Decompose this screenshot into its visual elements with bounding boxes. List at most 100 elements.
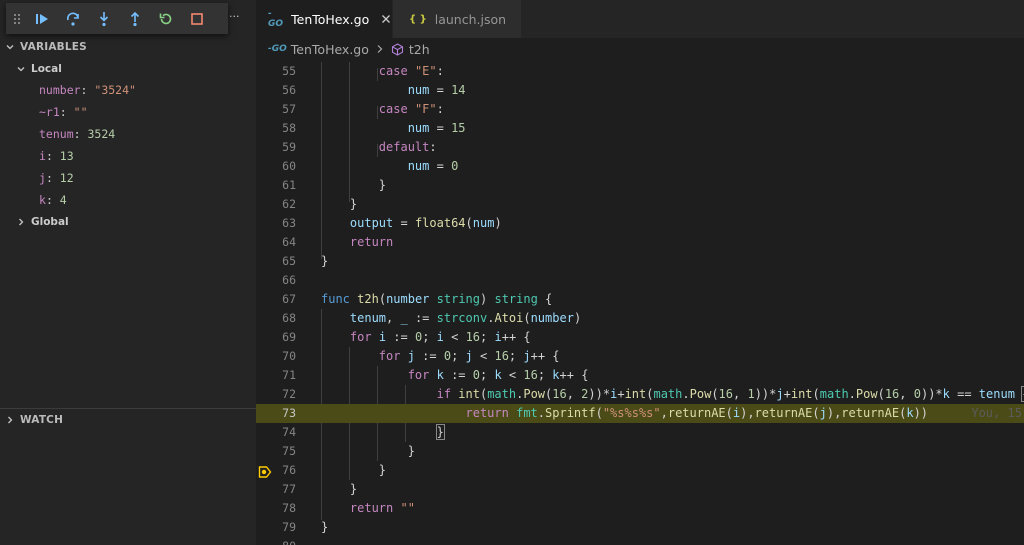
tab-bar: -GO TenToHex.go { } launch.json	[256, 0, 1024, 38]
continue-button[interactable]	[26, 3, 57, 34]
variable-value: 12	[59, 171, 74, 185]
code-line[interactable]: 56 num = 14	[256, 81, 1024, 100]
variable-row[interactable]: tenum: 3524	[39, 123, 115, 145]
variable-value: "3524"	[94, 83, 136, 97]
variables-section-header[interactable]: VARIABLES	[0, 36, 256, 58]
tab-launch-json[interactable]: { } launch.json	[393, 0, 521, 38]
step-over-icon	[66, 12, 79, 26]
line-number: 71	[282, 368, 296, 382]
chevron-down-icon	[14, 64, 28, 74]
drag-grip-icon[interactable]	[8, 3, 26, 34]
variable-row[interactable]: i: 13	[39, 145, 74, 167]
code-line[interactable]: 79}	[256, 518, 1024, 537]
code-line[interactable]: 80	[256, 537, 1024, 545]
editor: -GO TenToHex.go { } launch.json -GO TenT…	[256, 0, 1024, 545]
line-number: 59	[282, 140, 296, 154]
code-line[interactable]: 59 default:	[256, 138, 1024, 157]
line-number: 62	[282, 197, 296, 211]
variable-name: i	[39, 149, 46, 163]
code-line[interactable]: 60 num = 0	[256, 157, 1024, 176]
code-line[interactable]: 75 }	[256, 442, 1024, 461]
line-number: 77	[282, 482, 296, 496]
variable-value: ""	[73, 105, 88, 119]
variable-row[interactable]: k: 4	[39, 189, 67, 211]
line-number: 61	[282, 178, 296, 192]
line-number: 68	[282, 311, 296, 325]
code-line[interactable]: 78 return ""	[256, 499, 1024, 518]
stop-button[interactable]	[181, 3, 212, 34]
code-line[interactable]: 70 for j := 0; j < 16; j++ {	[256, 347, 1024, 366]
code-line[interactable]: 71 for k := 0; k < 16; k++ {	[256, 366, 1024, 385]
chevron-right-icon	[376, 44, 384, 54]
variable-name: j	[39, 171, 46, 185]
code-line[interactable]: 64 return	[256, 233, 1024, 252]
code-line[interactable]: 61 }	[256, 176, 1024, 195]
code-line[interactable]: 57 case "F":	[256, 100, 1024, 119]
stop-icon	[190, 12, 203, 25]
variable-name: k	[39, 193, 46, 207]
breadcrumb-file[interactable]: -GO TenToHex.go	[268, 42, 369, 57]
step-into-button[interactable]	[88, 3, 119, 34]
line-number: 75	[282, 444, 296, 458]
continue-icon	[35, 13, 48, 24]
line-number: 67	[282, 292, 296, 306]
more-actions-icon[interactable]: ···	[229, 10, 245, 24]
code-line[interactable]: 77 }	[256, 480, 1024, 499]
chevron-down-icon	[0, 42, 20, 52]
debug-sidebar: ··· VARIABLES Local number: "3524" ~r1: …	[0, 0, 256, 545]
code-line[interactable]: 55 case "E":	[256, 62, 1024, 81]
line-number: 64	[282, 235, 296, 249]
code-line[interactable]: 63 output = float64(num)	[256, 214, 1024, 233]
breadcrumb-symbol[interactable]: t2h	[391, 42, 430, 57]
variable-value: 13	[59, 149, 74, 163]
variables-title: VARIABLES	[20, 41, 87, 53]
step-out-button[interactable]	[119, 3, 150, 34]
scope-label: Global	[31, 216, 69, 228]
code-line[interactable]: 74 }	[256, 423, 1024, 442]
variable-value: 3524	[87, 127, 116, 141]
line-number: 55	[282, 64, 296, 78]
close-icon[interactable]	[379, 12, 392, 26]
variable-name: tenum	[39, 127, 74, 141]
variable-row[interactable]: number: "3524"	[39, 79, 136, 101]
current-execution-line[interactable]: 73 return fmt.Sprintf("%s%s%s",returnAE(…	[256, 404, 1024, 423]
chevron-right-icon	[0, 415, 20, 425]
line-number: 70	[282, 349, 296, 363]
code-line[interactable]: 76 }	[256, 461, 1024, 480]
code-area[interactable]: 55 case "E": 56 num = 14 57 case "F": 58…	[256, 62, 1024, 545]
debug-toolbar	[6, 3, 228, 34]
variable-value: 4	[59, 193, 67, 207]
code-line[interactable]: 65}	[256, 252, 1024, 271]
code-line[interactable]: 66	[256, 271, 1024, 290]
step-over-button[interactable]	[57, 3, 88, 34]
git-blame-annotation: You, 15 da	[971, 406, 1022, 420]
variable-row[interactable]: ~r1: ""	[39, 101, 88, 123]
code-line[interactable]: 72 if int(math.Pow(16, 2))*i+int(math.Po…	[256, 385, 1024, 404]
line-number: 60	[282, 159, 296, 173]
line-number: 78	[282, 501, 296, 515]
code-line[interactable]: 67 func t2h(number string) string {	[256, 290, 1024, 309]
scope-label: Local	[31, 63, 62, 75]
variable-row[interactable]: j: 12	[39, 167, 74, 189]
breadcrumb: -GO TenToHex.go t2h	[256, 38, 1024, 60]
code-line[interactable]: 69 for i := 0; i < 16; i++ {	[256, 328, 1024, 347]
scope-local[interactable]: Local	[0, 58, 256, 80]
watch-section-header[interactable]: WATCH	[0, 408, 256, 430]
scope-global[interactable]: Global	[0, 211, 256, 233]
code-line[interactable]: 62 }	[256, 195, 1024, 214]
line-number: 80	[256, 537, 296, 545]
json-file-icon: { }	[409, 13, 427, 25]
line-number: 56	[282, 83, 296, 97]
restart-button[interactable]	[150, 3, 181, 34]
variable-name: number	[39, 83, 81, 97]
tab-tentohex-go[interactable]: -GO TenToHex.go	[256, 0, 392, 38]
line-number: 58	[282, 121, 296, 135]
line-number: 69	[282, 330, 296, 344]
code-line[interactable]: 68 tenum, _ := strconv.Atoi(number)	[256, 309, 1024, 328]
line-number: 57	[282, 102, 296, 116]
variable-name: ~r1	[39, 105, 60, 119]
code-line[interactable]: 58 num = 15	[256, 119, 1024, 138]
line-number: 63	[282, 216, 296, 230]
restart-icon	[159, 13, 171, 24]
line-number: 79	[282, 520, 296, 534]
